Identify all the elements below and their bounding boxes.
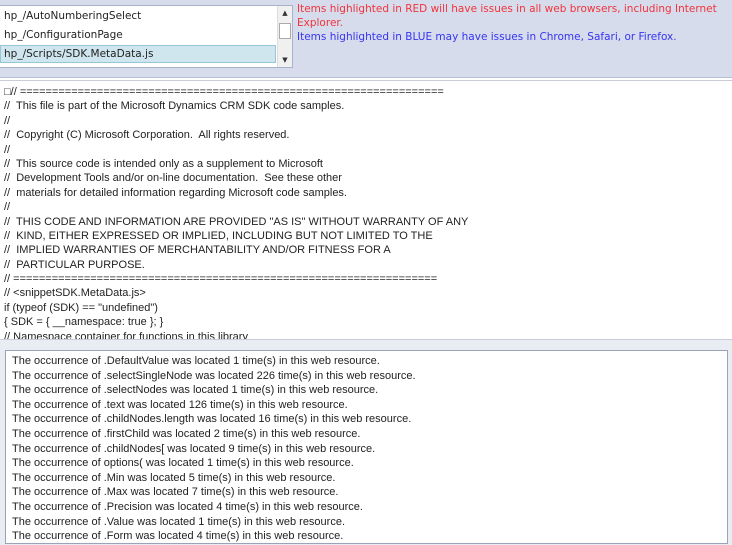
result-line: The occurrence of options( was located 1… (12, 457, 354, 470)
code-line: // (4, 201, 11, 214)
result-line: The occurrence of .childNodes[ was locat… (12, 442, 376, 455)
code-line: // Namespace container for functions in … (4, 330, 248, 339)
result-line: The occurrence of .Form was located 4 ti… (12, 530, 344, 543)
code-line: if (typeof (SDK) == "undefined") (4, 301, 158, 314)
code-line: // PARTICULAR PURPOSE. (4, 258, 145, 271)
result-line: The occurrence of .childNodes.length was… (12, 413, 412, 426)
code-line: { SDK = { __namespace: true }; } (4, 316, 164, 329)
result-line: The occurrence of .selectSingleNode was … (12, 369, 416, 382)
code-line: □// ====================================… (4, 86, 444, 98)
result-line: The occurrence of .selectNodes was locat… (12, 384, 379, 397)
web-resource-listbox[interactable]: hp_/AutoNumberingSelect hp_/Configuration… (0, 5, 293, 68)
result-line: The occurrence of .text was located 126 … (12, 398, 348, 411)
result-line: The occurrence of .Precision was located… (12, 500, 363, 513)
scroll-up-arrow-icon[interactable]: ▲ (278, 6, 292, 20)
result-line: The occurrence of .Value was located 1 t… (12, 515, 346, 528)
code-line: // This file is part of the Microsoft Dy… (4, 100, 345, 113)
code-line: // KIND, EITHER EXPRESSED OR IMPLIED, IN… (4, 229, 433, 242)
result-line: The occurrence of .Max was located 7 tim… (12, 486, 339, 499)
scroll-down-arrow-icon[interactable]: ▼ (278, 53, 292, 67)
result-line: The occurrence of .Min was located 5 tim… (12, 471, 336, 484)
code-line: // materials for detailed information re… (4, 186, 347, 199)
code-line: // <snippetSDK.MetaData.js> (4, 287, 146, 300)
code-line: // (4, 114, 11, 127)
code-line: // Copyright (C) Microsoft Corporation. … (4, 129, 290, 142)
code-line: // (4, 143, 11, 156)
red-legend-text: Items highlighted in RED will have issue… (297, 3, 717, 29)
code-line: // THIS CODE AND INFORMATION ARE PROVIDE… (4, 215, 469, 228)
code-viewer[interactable]: □// ====================================… (0, 80, 732, 339)
result-line: The occurrence of .DefaultValue was loca… (12, 355, 380, 367)
scroll-thumb[interactable] (279, 23, 291, 39)
blue-legend-text: Items highlighted in BLUE may have issue… (297, 31, 677, 43)
list-item[interactable]: hp_/AutoNumberingSelect (0, 7, 276, 25)
code-line: // IMPLIED WARRANTIES OF MERCHANTABILITY… (4, 244, 391, 257)
legend: Items highlighted in RED will have issue… (297, 2, 732, 44)
list-item[interactable]: hp_/ConfigurationPage (0, 26, 276, 44)
code-line: // This source code is intended only as … (4, 157, 323, 170)
top-panel: hp_/AutoNumberingSelect hp_/Configuration… (0, 0, 732, 78)
results-panel: The occurrence of .DefaultValue was loca… (0, 339, 732, 545)
results-list[interactable]: The occurrence of .DefaultValue was loca… (5, 350, 728, 544)
code-line: // =====================================… (4, 273, 438, 286)
listbox-scrollbar[interactable]: ▲ ▼ (277, 6, 292, 67)
code-line: // Development Tools and/or on-line docu… (4, 172, 342, 185)
result-line: The occurrence of .firstChild was locate… (12, 427, 361, 440)
list-item[interactable]: hp_/Scripts/SDK.MetaData.js (0, 45, 276, 63)
